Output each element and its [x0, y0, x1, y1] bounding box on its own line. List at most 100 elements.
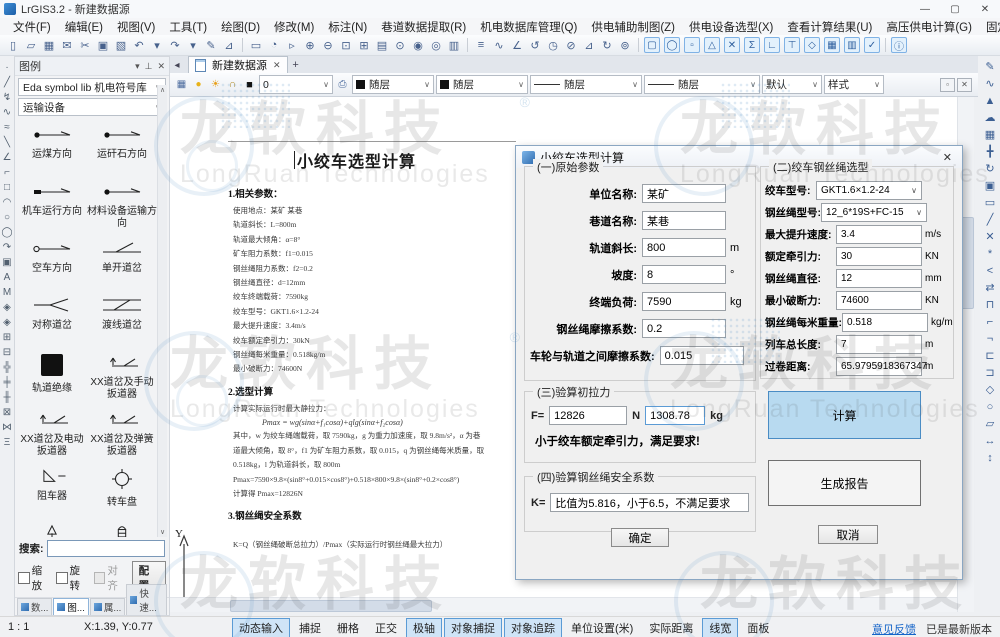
menu-item[interactable]: 巷道数据提取(R) — [374, 19, 473, 35]
mtext-icon[interactable]: M — [1, 285, 14, 300]
status-toggle-button[interactable]: 捕捉 — [292, 618, 328, 637]
stretch-icon[interactable]: ▭ — [982, 194, 998, 211]
triangle-tool-icon[interactable]: △ — [704, 37, 720, 53]
status-toggle-button[interactable]: 动态输入 — [232, 618, 290, 637]
send-mail-icon[interactable]: ✉ — [59, 37, 75, 53]
tee-tool-icon[interactable]: ⊤ — [784, 37, 800, 53]
select-window-icon[interactable]: ▭ — [248, 37, 264, 53]
symbol-item[interactable]: XX道岔及手动扳道器 — [87, 347, 157, 404]
layer-on-bulb-icon[interactable]: ● — [191, 77, 206, 92]
sigma-tool-icon[interactable]: Σ — [744, 37, 760, 53]
align-v-icon[interactable]: ↕ — [982, 449, 998, 466]
status-toggle-button[interactable]: 栅格 — [330, 618, 366, 637]
menu-item[interactable]: 视图(V) — [110, 19, 162, 35]
symbol-item[interactable]: 轨道绝缘 — [17, 347, 87, 404]
symbol-item[interactable]: 材料设备运输方向 — [87, 176, 157, 233]
spline-icon[interactable]: ∿ — [1, 105, 14, 120]
option-checkbox[interactable]: 旋转 — [56, 563, 90, 593]
rope-friction-input[interactable]: 0.2 — [642, 319, 726, 338]
copy-object-icon[interactable]: ∿ — [982, 75, 998, 92]
save-icon[interactable]: ▦ — [41, 37, 57, 53]
layer-frame-icon[interactable]: ▦ — [174, 77, 189, 92]
region-icon[interactable]: ▣ — [1, 255, 14, 270]
fillet-icon[interactable]: ⊏ — [982, 347, 998, 364]
triangle-icon[interactable]: ⊿ — [581, 37, 597, 53]
calculate-button[interactable]: 计算 — [768, 391, 921, 439]
mirror-icon[interactable]: ▲ — [982, 92, 998, 109]
cross-tool-icon[interactable]: ✕ — [724, 37, 740, 53]
node-remove-icon[interactable]: ⊟ — [1, 345, 14, 360]
check-tool-icon[interactable]: ✓ — [864, 37, 880, 53]
panel-tab[interactable]: 数... — [17, 598, 52, 615]
scale-icon[interactable]: ▣ — [982, 177, 998, 194]
layout-icon[interactable]: ▥ — [446, 37, 462, 53]
chamfer-icon[interactable]: ¬ — [982, 330, 998, 347]
symbol-item[interactable]: 单开道岔 — [87, 233, 157, 290]
wheel-friction-input[interactable]: 0.015 — [660, 346, 744, 365]
menu-item[interactable]: 修改(M) — [267, 19, 321, 35]
layer-freeze-sun-icon[interactable]: ☀ — [208, 77, 223, 92]
terminal-load-input[interactable]: 7590 — [642, 292, 726, 311]
layer-manager-icon[interactable]: ◉ — [410, 37, 426, 53]
tunnel-name-input[interactable]: 某巷 — [642, 211, 726, 230]
safety-result-field[interactable]: 比值为5.816，小于6.5，不满足要求 — [550, 493, 749, 512]
clock-icon[interactable]: ◷ — [545, 37, 561, 53]
generate-report-button[interactable]: 生成报告 — [768, 460, 921, 506]
node-split-icon[interactable]: ╪ — [1, 375, 14, 390]
node-join-icon[interactable]: ╫ — [1, 390, 14, 405]
menu-item[interactable]: 文件(F) — [6, 19, 58, 35]
symbol-item[interactable]: 转车盘 — [87, 461, 157, 518]
layer-select[interactable]: 0 ∨ — [259, 75, 333, 94]
flip-icon[interactable]: ⇄ — [982, 279, 998, 296]
rope-model-select[interactable]: 12_6*19S+FC-15 — [821, 203, 927, 222]
scrollbar-thumb[interactable] — [230, 600, 432, 612]
slope-input[interactable]: 8 — [642, 265, 726, 284]
menu-item[interactable]: 供电设备选型(X) — [682, 19, 780, 35]
status-toggle-button[interactable]: 线宽 — [702, 618, 738, 637]
rated-traction-input[interactable]: 30 — [836, 247, 922, 266]
menu-item[interactable]: 标注(N) — [321, 19, 374, 35]
panel-pin-icon[interactable]: ⊥ — [145, 61, 153, 72]
grid-tool-icon[interactable]: ▦ — [824, 37, 840, 53]
node-move-icon[interactable]: ╬ — [1, 360, 14, 375]
checkbox-icon[interactable] — [18, 572, 30, 584]
scroll-down-icon[interactable]: ∨ — [160, 528, 165, 536]
symbol-list-scrollbar[interactable]: ∧ ∨ — [157, 85, 167, 537]
unit-name-input[interactable]: 某矿 — [642, 184, 726, 203]
join-icon[interactable]: < — [982, 262, 998, 279]
symbol-item[interactable]: 空车方向 — [17, 233, 87, 290]
canvas-horizontal-scrollbar[interactable] — [170, 597, 957, 612]
redo-icon[interactable]: ↷ — [167, 37, 183, 53]
canvas-restore-button[interactable]: ▫ — [940, 78, 955, 92]
link-icon[interactable]: ⋈ — [1, 420, 14, 435]
rope-weight-input[interactable]: 0.518 — [842, 313, 928, 332]
menu-item[interactable]: 高压供电计算(G) — [879, 19, 979, 35]
array-icon[interactable]: ▦ — [982, 126, 998, 143]
corner-tool-icon[interactable]: ∟ — [764, 37, 780, 53]
no-plot-icon[interactable]: ⊘ — [563, 37, 579, 53]
zoom-extents-icon[interactable]: ⊞ — [356, 37, 372, 53]
panel-tab[interactable]: 快速... — [126, 584, 167, 615]
cut-icon[interactable]: ✂ — [77, 37, 93, 53]
panel-tab[interactable]: 属... — [90, 598, 125, 615]
match-properties-icon[interactable]: ✎ — [203, 37, 219, 53]
maximize-button[interactable]: ▢ — [940, 1, 970, 18]
panel-collapse-icon[interactable]: ▾ — [135, 61, 140, 72]
menu-item[interactable]: 绘图(D) — [214, 19, 267, 35]
redo-dropdown-icon[interactable]: ▾ — [185, 37, 201, 53]
undo-dropdown-icon[interactable]: ▾ — [149, 37, 165, 53]
angle-icon[interactable]: ∠ — [509, 37, 525, 53]
symbol-item[interactable]: 对称道岔 — [17, 290, 87, 347]
tension-n-input[interactable]: 12826 — [549, 406, 627, 425]
align-h-icon[interactable]: ↔ — [982, 432, 998, 449]
rectangle-icon[interactable]: □ — [1, 180, 14, 195]
panel-tab[interactable]: 图... — [53, 598, 88, 615]
polyline-icon[interactable]: ↯ — [1, 90, 14, 105]
text-style-select[interactable]: 样式 ∨ — [824, 75, 884, 94]
menu-item[interactable]: 工具(T) — [162, 19, 214, 35]
menu-item[interactable]: 固定及运输设备选型(Y) — [979, 19, 1000, 35]
layer-lock-icon[interactable]: ∩ — [225, 77, 240, 92]
grid2-tool-icon[interactable]: ▥ — [844, 37, 860, 53]
zoom-in-icon[interactable]: ⊕ — [302, 37, 318, 53]
color2-select[interactable]: 随层 ∨ — [436, 75, 528, 94]
